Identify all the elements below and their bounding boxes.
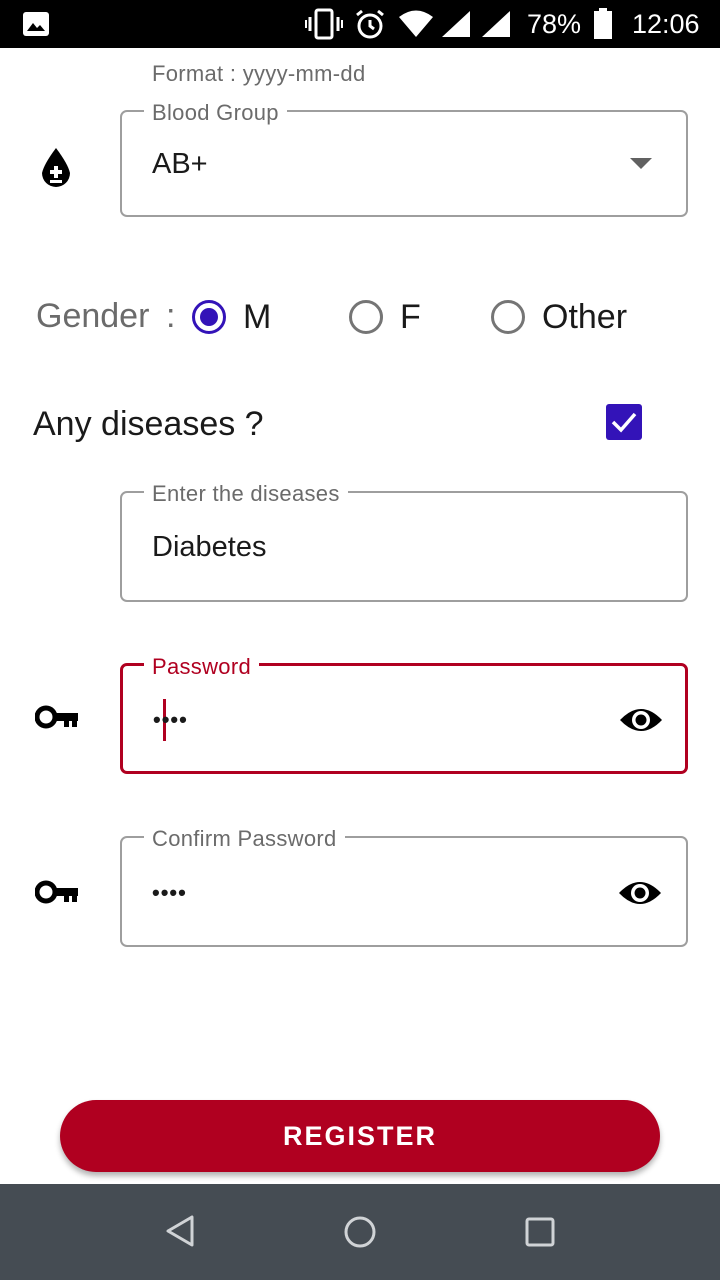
checkmark-icon bbox=[611, 412, 637, 433]
gender-option-f-label[interactable]: F bbox=[400, 298, 421, 337]
radio-selected-dot bbox=[200, 308, 218, 326]
vibrate-icon bbox=[305, 8, 343, 40]
key-icon bbox=[35, 880, 78, 904]
wifi-icon bbox=[399, 10, 433, 37]
navigation-bar bbox=[0, 1184, 720, 1280]
blood-drop-icon bbox=[42, 148, 70, 187]
password-value: •••• bbox=[153, 707, 188, 732]
eye-icon[interactable] bbox=[618, 704, 664, 736]
gender-option-other-label[interactable]: Other bbox=[542, 298, 627, 337]
diseases-value: Diabetes bbox=[152, 531, 267, 563]
eye-icon[interactable] bbox=[617, 877, 663, 909]
key-icon bbox=[35, 705, 78, 729]
dob-format-helper: Format : yyyy-mm-dd bbox=[152, 61, 366, 86]
signal-icon bbox=[482, 11, 510, 37]
password-label: Password bbox=[144, 654, 259, 680]
gender-radio-f[interactable] bbox=[349, 300, 383, 334]
register-button[interactable]: REGISTER bbox=[60, 1100, 660, 1172]
confirm-password-label: Confirm Password bbox=[144, 826, 345, 852]
gender-label: Gender bbox=[36, 297, 150, 335]
confirm-password-value: •••• bbox=[152, 880, 187, 905]
diseases-field-label: Enter the diseases bbox=[144, 481, 348, 507]
battery-percent: 78% bbox=[527, 9, 582, 39]
blood-group-select[interactable]: AB+ bbox=[120, 110, 688, 217]
clock: 12:06 bbox=[632, 9, 700, 39]
home-icon[interactable] bbox=[343, 1215, 377, 1249]
recents-icon[interactable] bbox=[524, 1216, 556, 1248]
battery-icon bbox=[594, 8, 612, 39]
blood-group-label: Blood Group bbox=[144, 100, 287, 126]
status-bar: 78% 12:06 bbox=[0, 0, 720, 48]
alarm-icon bbox=[356, 9, 384, 39]
back-icon[interactable] bbox=[164, 1214, 196, 1248]
diseases-input[interactable]: Diabetes bbox=[120, 491, 688, 602]
image-icon bbox=[23, 12, 49, 36]
diseases-checkbox[interactable] bbox=[606, 404, 642, 440]
gender-radio-other[interactable] bbox=[491, 300, 525, 334]
previous-field-edge bbox=[125, 44, 690, 48]
signal-icon bbox=[442, 11, 470, 37]
dropdown-arrow-icon[interactable] bbox=[630, 158, 652, 170]
confirm-password-input[interactable]: •••• bbox=[120, 836, 688, 947]
blood-group-value: AB+ bbox=[152, 148, 208, 180]
gender-separator: : bbox=[166, 297, 176, 335]
gender-option-m-label[interactable]: M bbox=[243, 298, 271, 337]
diseases-question: Any diseases ? bbox=[33, 405, 264, 443]
gender-radio-m[interactable] bbox=[192, 300, 226, 334]
